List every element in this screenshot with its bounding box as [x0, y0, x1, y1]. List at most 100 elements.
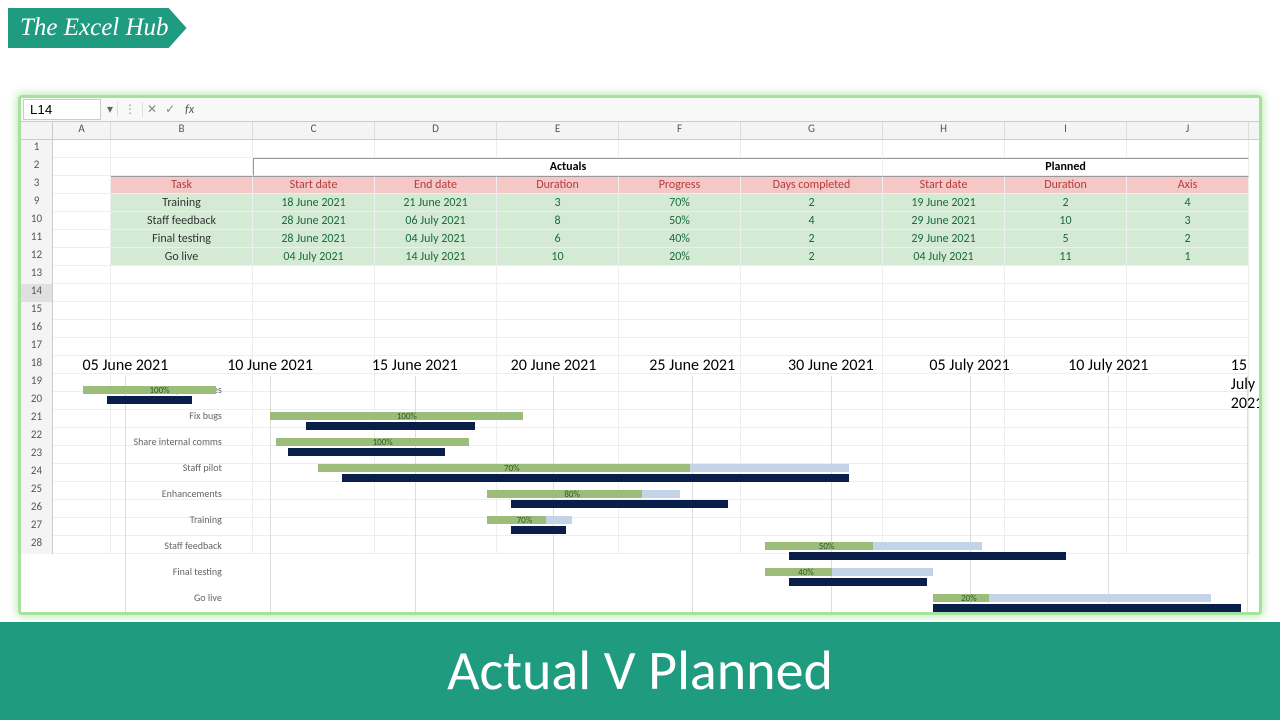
col-header[interactable]: F [619, 122, 741, 139]
cell-end[interactable]: 21 June 2021 [375, 194, 497, 212]
row-header[interactable]: 21 [21, 410, 53, 428]
row-header[interactable]: 28 [21, 536, 53, 554]
name-box-dropdown-icon[interactable]: ▾ [103, 102, 117, 117]
table-header[interactable]: Progress [619, 176, 741, 194]
cell-axis[interactable]: 4 [1127, 194, 1249, 212]
table-row[interactable]: 12 Go live 04 July 2021 14 July 2021 10 … [21, 248, 1259, 266]
cell-task[interactable]: Final testing [111, 230, 253, 248]
cell-pstart[interactable]: 19 June 2021 [883, 194, 1005, 212]
row-header[interactable]: 17 [21, 338, 53, 356]
planned-bar [933, 604, 1241, 612]
row-header[interactable]: 18 [21, 356, 53, 374]
cell-pdur[interactable]: 11 [1005, 248, 1127, 266]
confirm-icon[interactable]: ✓ [161, 102, 179, 117]
spreadsheet-grid[interactable]: A B C D E F G H I J 1 2 Actuals Planned … [21, 122, 1259, 554]
cell-pstart[interactable]: 04 July 2021 [883, 248, 1005, 266]
brand-logo: The Excel Hub [8, 8, 187, 48]
col-header[interactable]: I [1005, 122, 1127, 139]
row-header[interactable]: 9 [21, 194, 53, 212]
row-header[interactable]: 10 [21, 212, 53, 230]
col-header[interactable]: J [1127, 122, 1249, 139]
cell-axis[interactable]: 3 [1127, 212, 1249, 230]
cell-progress[interactable]: 50% [619, 212, 741, 230]
cell-progress[interactable]: 20% [619, 248, 741, 266]
cell-task[interactable]: Staff feedback [111, 212, 253, 230]
row-header[interactable]: 25 [21, 482, 53, 500]
cell-axis[interactable]: 2 [1127, 230, 1249, 248]
table-row[interactable]: 9 Training 18 June 2021 21 June 2021 3 7… [21, 194, 1259, 212]
col-header[interactable]: G [741, 122, 883, 139]
cell-pstart[interactable]: 29 June 2021 [883, 212, 1005, 230]
table-header[interactable]: Axis [1127, 176, 1249, 194]
row-header[interactable]: 19 [21, 374, 53, 392]
cell-progress[interactable]: 40% [619, 230, 741, 248]
cell-duration[interactable]: 8 [497, 212, 619, 230]
formula-input[interactable] [200, 100, 1259, 119]
table-header[interactable]: Duration [497, 176, 619, 194]
cell-duration[interactable]: 10 [497, 248, 619, 266]
row-header[interactable]: 12 [21, 248, 53, 266]
row-header[interactable]: 11 [21, 230, 53, 248]
row-header[interactable]: 1 [21, 140, 53, 158]
col-header[interactable]: C [253, 122, 375, 139]
cell-start[interactable]: 28 June 2021 [253, 230, 375, 248]
formula-divider: ⋮ [117, 102, 143, 117]
table-header[interactable]: Days completed [741, 176, 883, 194]
cell-task[interactable]: Training [111, 194, 253, 212]
cell-pdur[interactable]: 5 [1005, 230, 1127, 248]
planned-bar [107, 396, 191, 404]
col-header[interactable]: B [111, 122, 253, 139]
row-header[interactable]: 26 [21, 500, 53, 518]
cell-start[interactable]: 04 July 2021 [253, 248, 375, 266]
table-header[interactable]: Start date [883, 176, 1005, 194]
gridline [1108, 376, 1109, 615]
row-header[interactable]: 22 [21, 428, 53, 446]
row-header[interactable]: 23 [21, 446, 53, 464]
cell-pstart[interactable]: 29 June 2021 [883, 230, 1005, 248]
row-header[interactable]: 3 [21, 176, 53, 194]
cell-end[interactable]: 04 July 2021 [375, 230, 497, 248]
cell-axis[interactable]: 1 [1127, 248, 1249, 266]
table-header[interactable]: Start date [253, 176, 375, 194]
row-header[interactable]: 20 [21, 392, 53, 410]
merged-planned-header[interactable]: Planned [883, 158, 1249, 176]
cell-days[interactable]: 4 [741, 212, 883, 230]
col-header[interactable]: E [497, 122, 619, 139]
merged-actuals-header[interactable]: Actuals [253, 158, 883, 176]
name-box[interactable] [23, 99, 101, 120]
gantt-chart[interactable]: 05 June 202110 June 202115 June 202120 J… [53, 356, 1259, 615]
cell-pdur[interactable]: 10 [1005, 212, 1127, 230]
column-headers[interactable]: A B C D E F G H I J [21, 122, 1259, 140]
row-header[interactable]: 14 [21, 284, 53, 302]
cell-progress[interactable]: 70% [619, 194, 741, 212]
row-header[interactable]: 27 [21, 518, 53, 536]
col-header[interactable]: D [375, 122, 497, 139]
table-header[interactable]: Task [111, 176, 253, 194]
cell-duration[interactable]: 3 [497, 194, 619, 212]
axis-tick-label: 10 July 2021 [1068, 356, 1148, 375]
cell-end[interactable]: 14 July 2021 [375, 248, 497, 266]
cancel-icon[interactable]: ✕ [143, 102, 161, 117]
table-row[interactable]: 11 Final testing 28 June 2021 04 July 20… [21, 230, 1259, 248]
row-header[interactable]: 2 [21, 158, 53, 176]
col-header[interactable]: A [53, 122, 111, 139]
cell-days[interactable]: 2 [741, 230, 883, 248]
row-header[interactable]: 15 [21, 302, 53, 320]
formula-bar-row: ▾ ⋮ ✕ ✓ fx [21, 98, 1259, 122]
cell-end[interactable]: 06 July 2021 [375, 212, 497, 230]
cell-days[interactable]: 2 [741, 194, 883, 212]
cell-task[interactable]: Go live [111, 248, 253, 266]
row-header[interactable]: 16 [21, 320, 53, 338]
table-header[interactable]: End date [375, 176, 497, 194]
row-header[interactable]: 24 [21, 464, 53, 482]
cell-days[interactable]: 2 [741, 248, 883, 266]
table-header[interactable]: Duration [1005, 176, 1127, 194]
col-header[interactable]: H [883, 122, 1005, 139]
cell-start[interactable]: 28 June 2021 [253, 212, 375, 230]
cell-pdur[interactable]: 2 [1005, 194, 1127, 212]
cell-duration[interactable]: 6 [497, 230, 619, 248]
planned-bar [789, 578, 928, 586]
table-row[interactable]: 10 Staff feedback 28 June 2021 06 July 2… [21, 212, 1259, 230]
cell-start[interactable]: 18 June 2021 [253, 194, 375, 212]
row-header[interactable]: 13 [21, 266, 53, 284]
